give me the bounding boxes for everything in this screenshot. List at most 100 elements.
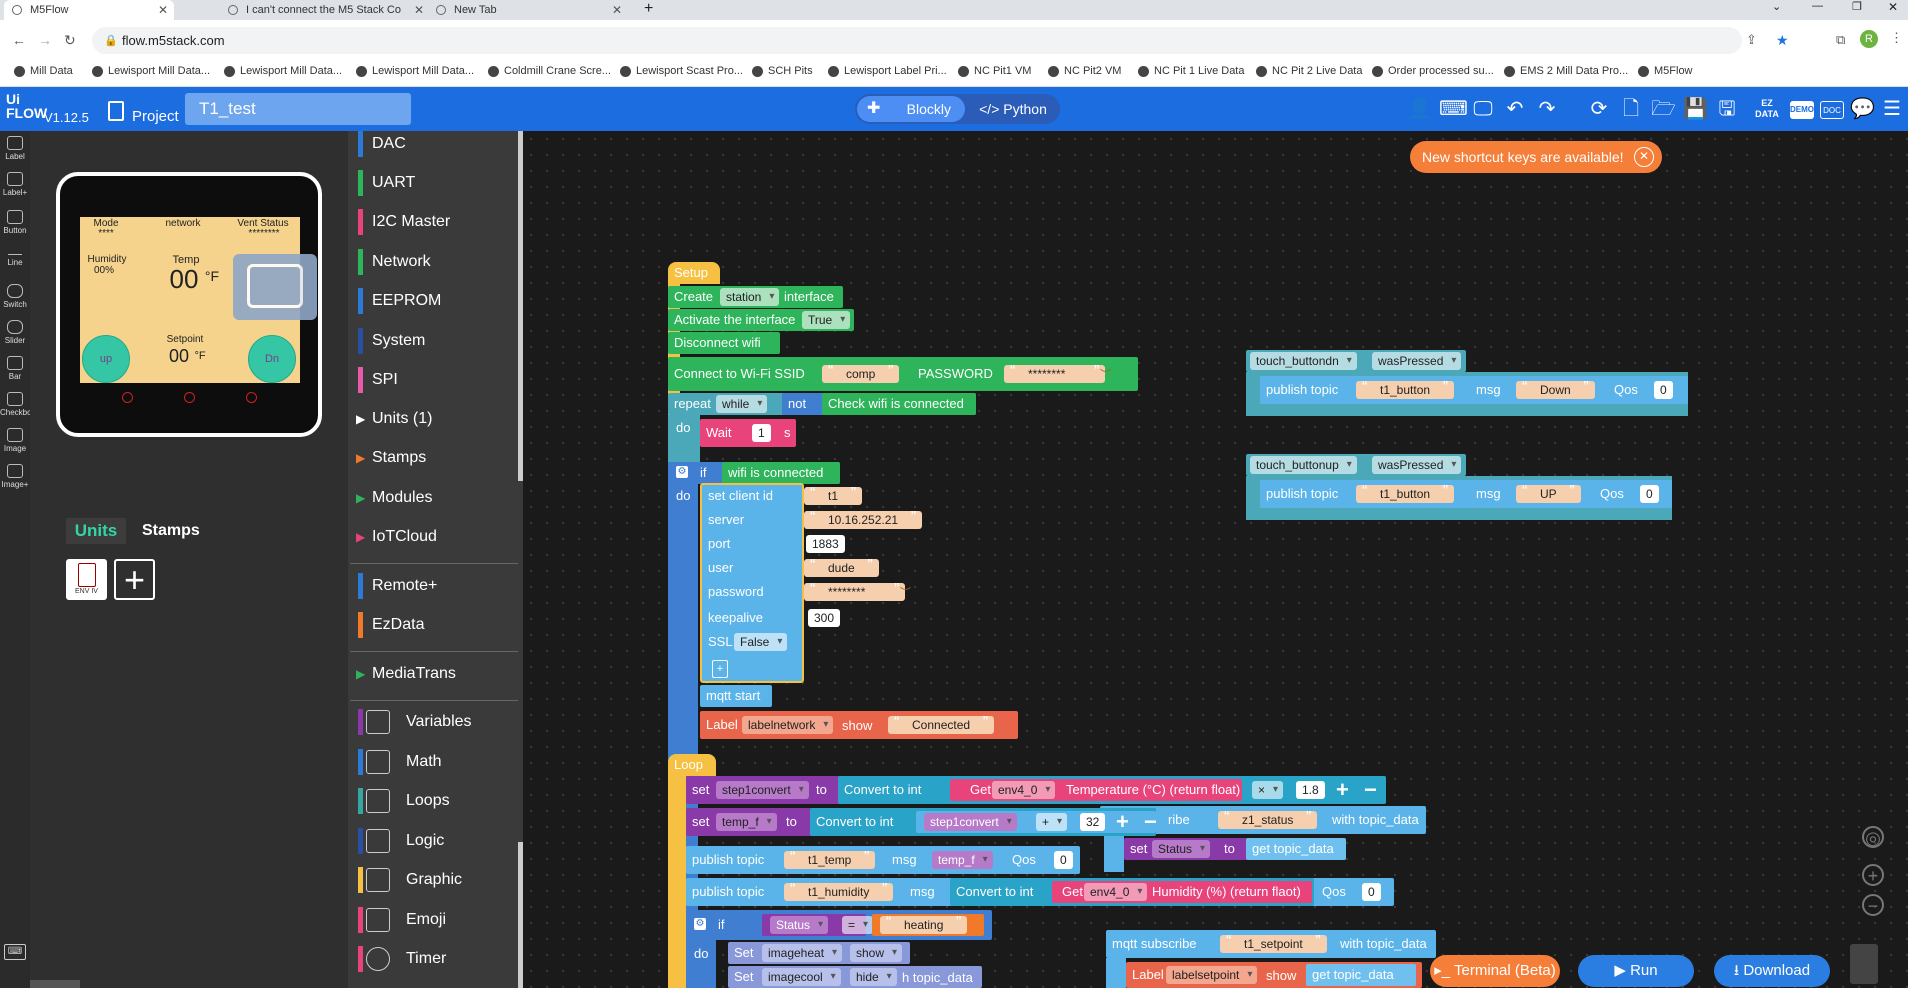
show-dropdown[interactable]: show [850,944,903,962]
close-window-icon[interactable]: ✕ [1888,0,1898,14]
tab-forum[interactable]: I can't connect the M5 Stack Co ✕ [220,0,430,20]
gear-icon[interactable]: ⚙ [694,918,706,930]
bookmark-item[interactable]: NC Pit 1 Live Data [1138,65,1244,77]
tab-new[interactable]: New Tab ✕ [428,0,628,20]
blockly-mode-button[interactable]: ✚ Blockly [857,96,965,122]
add-operand-icon[interactable]: + [1336,777,1349,803]
dn-circle-button[interactable]: Dn [248,335,296,383]
t1-humidity-topic-input[interactable]: t1_humidity [784,881,894,901]
category-units[interactable]: ▶ Units (1) [354,404,432,434]
refresh-icon[interactable]: ⟳ [1587,97,1611,121]
tool-switch[interactable]: Switch [0,284,30,309]
ssl-dropdown[interactable]: False [734,633,788,651]
menu-icon[interactable]: ⋮ [1890,30,1903,46]
keyboard-icon[interactable]: ⌨ [1439,97,1468,121]
category-dac[interactable]: DAC [358,129,406,159]
category-math[interactable]: Math [358,747,442,777]
tool-image-plus[interactable]: Image+ [0,464,30,489]
vent-status-value[interactable]: ******** [240,228,288,239]
bookmark-item[interactable]: NC Pit 2 Live Data [1256,65,1362,77]
temp-f-var-dropdown[interactable]: temp_f [932,851,993,869]
qos-input[interactable]: 0 [1054,851,1073,869]
back-icon[interactable]: ← [12,32,26,48]
labelnetwork-dropdown[interactable]: labelnetwork [742,716,834,734]
category-loops[interactable]: Loops [358,786,450,816]
menu-list-icon[interactable]: ☰ [1880,97,1904,121]
setup-hat-block[interactable]: Setup [668,262,720,284]
activate-true-dropdown[interactable]: True [802,311,851,329]
multiply-operator-dropdown[interactable]: × [1252,781,1284,799]
tool-line[interactable]: Line [0,246,30,267]
connected-text-input[interactable]: Connected [888,714,995,734]
close-tab-icon[interactable]: ✕ [414,0,424,20]
feedback-icon[interactable]: 💬 [1850,97,1875,121]
bookmark-star-icon[interactable]: ★ [1776,32,1789,49]
qos-down-input[interactable]: 0 [1654,381,1673,399]
imagecool-dropdown[interactable]: imagecool [762,968,841,986]
tool-label-plus[interactable]: Label+ [0,172,30,197]
plus-operator-dropdown[interactable]: + [1036,813,1068,831]
client-id-input[interactable]: t1 [804,485,863,505]
step1convert-dropdown[interactable]: step1convert [716,781,809,799]
units-tab[interactable]: Units [66,518,126,544]
bookmark-item[interactable]: Mill Data [14,65,73,77]
tab-m5flow[interactable]: M5Flow ✕ [4,0,174,20]
save-icon[interactable]: 💾 [1683,97,1708,121]
plus-value-input[interactable]: 32 [1080,813,1106,831]
tool-label[interactable]: Label [0,136,30,161]
recenter-icon[interactable]: ◎ [1862,826,1884,848]
qos-up-input[interactable]: 0 [1640,485,1659,503]
device-icon[interactable]: 🖵 [1471,97,1495,121]
category-eeprom[interactable]: EEPROM [358,286,441,316]
category-mediatrans[interactable]: ▶ MediaTrans [354,659,456,689]
multiply-value-input[interactable]: 1.8 [1296,781,1325,799]
hidden-eye-icon[interactable]: ︶ [900,584,911,600]
t1-setpoint-topic-input[interactable]: t1_setpoint [1220,933,1327,953]
wait-block[interactable]: Wait [700,419,796,447]
t1-button-topic-input[interactable]: t1_button [1356,379,1455,399]
download-button[interactable]: ⭳ Download [1714,955,1830,987]
check-wifi-block[interactable]: Check wifi is connected [822,393,976,415]
profile-avatar[interactable]: R [1860,30,1878,48]
add-operand-icon[interactable]: + [1116,809,1129,835]
bookmark-item[interactable]: Lewisport Scast Pro... [620,65,743,77]
category-variables[interactable]: Variables [358,707,472,737]
bookmark-item[interactable]: Coldmill Crane Scre... [488,65,611,77]
get-topic-data-setpoint-block[interactable]: get topic_data [1306,964,1416,986]
touch-buttondn-dropdown[interactable]: touch_buttondn [1250,352,1357,370]
waspressed-up-dropdown[interactable]: wasPressed [1372,456,1462,474]
qos-humidity-input[interactable]: 0 [1362,883,1381,901]
z1-status-topic-input[interactable]: z1_status [1218,809,1318,829]
category-modules[interactable]: ▶ Modules [354,483,432,513]
bookmark-item[interactable]: Lewisport Mill Data... [92,65,210,77]
forward-icon[interactable]: → [38,32,52,48]
lock-icon[interactable]: 🔒 [104,34,118,47]
t1-temp-topic-input[interactable]: t1_temp [784,849,876,869]
zoom-out-icon[interactable]: − [1862,894,1884,916]
terminal-button[interactable]: ▸_ Terminal (Beta) [1430,955,1560,987]
heating-text-input[interactable]: heating [880,914,968,934]
category-stamps[interactable]: ▶ Stamps [354,443,426,473]
humidity-label[interactable]: Humidity [82,254,132,265]
new-file-icon[interactable]: 🗋 [1619,97,1643,121]
minimize-icon[interactable]: — [1812,0,1823,12]
close-toast-icon[interactable]: ✕ [1634,147,1654,167]
port-input[interactable]: 1883 [806,535,845,553]
station-dropdown[interactable]: station [720,288,780,306]
while-dropdown[interactable]: while [716,395,768,413]
category-ezdata[interactable]: EzData [358,610,424,640]
category-iotcloud[interactable]: ▶ IoTCloud [354,522,437,552]
category-logic[interactable]: Logic [358,826,444,856]
project-label[interactable]: Project [132,108,179,125]
tool-checkbox[interactable]: Checkbox [0,392,36,417]
down-msg-input[interactable]: Down [1516,379,1595,399]
doc-icon[interactable]: DOC [1820,101,1844,119]
mqtt-password-input[interactable]: ******** [804,581,906,601]
network-label[interactable]: network [158,218,208,229]
user-input[interactable]: dude [804,557,879,577]
tool-slider[interactable]: Slider [0,320,30,345]
tab-search-icon[interactable]: ⌄ [1772,0,1781,13]
bookmark-item[interactable]: Lewisport Label Pri... [828,65,947,77]
setpoint-label[interactable]: Setpoint [160,334,210,345]
bookmark-item[interactable]: Lewisport Mill Data... [224,65,342,77]
